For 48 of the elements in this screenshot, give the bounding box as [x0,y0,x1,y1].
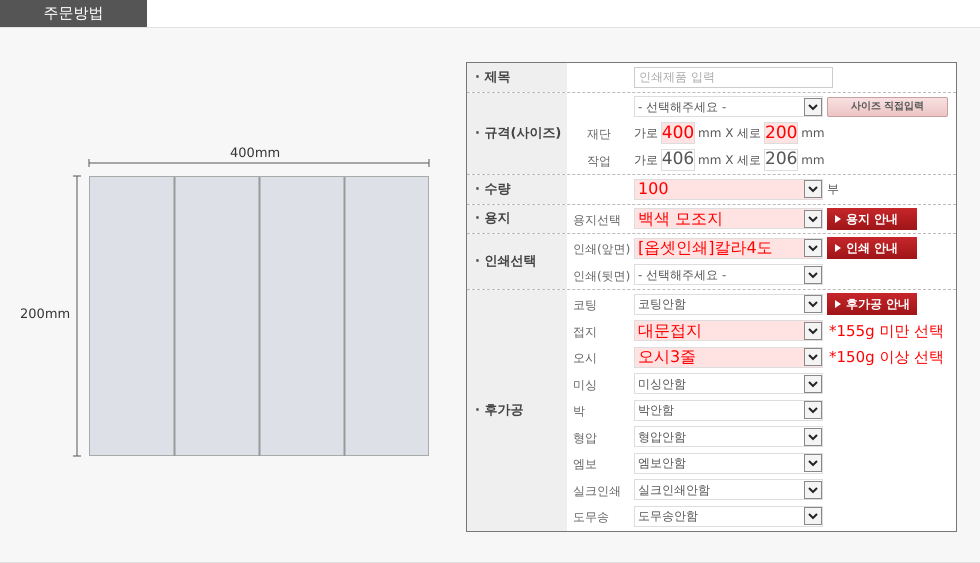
field-label: · 규격(사이즈) [475,124,562,142]
guide-button[interactable]: 용지 안내 [827,208,917,230]
title-input-field[interactable]: 인쇄제품 입력 [634,66,833,88]
field-label: · 용지 [475,210,510,228]
section-tab[interactable]: 주문방법 [0,0,147,27]
option-label: 재단 [587,127,611,142]
note-text: *150g 이상 선택 [829,347,944,368]
dropdown-field[interactable]: 도무송안함 [634,506,823,527]
unit-label: mm [801,152,825,169]
dropdown-field[interactable]: 박안함 [634,400,823,421]
dropdown-field[interactable]: 형압안함 [634,426,823,448]
field-label: · 인쇄선택 [475,252,536,271]
option-label: 엠보 [573,457,597,472]
dimension-label: mm X 세로 [698,152,762,169]
field-label: · 수량 [475,180,510,198]
unit-label: 부 [827,181,839,198]
dimension-label: 가로 [634,125,658,142]
guide-button[interactable]: 인쇄 안내 [827,237,917,260]
dropdown-field[interactable]: - 선택해주세요 - [634,264,823,286]
height-dimension-label: 200mm [20,306,70,324]
dropdown-field[interactable]: 코팅안함 [634,294,823,315]
option-label: 실크인쇄 [573,484,621,498]
option-label: 코팅 [573,298,597,312]
guide-button[interactable]: 후가공 안내 [827,293,917,316]
dropdown-field[interactable]: 엠보안함 [634,452,823,474]
dimension-label: mm X 세로 [698,125,762,142]
option-label: 형압 [573,430,597,445]
dropdown-field[interactable]: 실크인쇄안함 [634,479,823,500]
option-label: 도무송 [573,510,609,524]
field-label: · 제목 [475,68,510,86]
note-text: *155g 미만 선택 [829,320,944,342]
option-label: 인쇄(뒷면) [573,268,630,283]
field-label: · 후가공 [475,402,524,420]
option-label: 용지선택 [573,212,621,227]
option-label: 접지 [573,324,597,339]
option-label: 인쇄(앞면) [573,242,630,256]
dropdown-field[interactable]: - 선택해주세요 - [634,96,823,118]
width-input-field[interactable]: 406 [661,148,695,171]
dropdown-field[interactable]: 미싱안함 [634,373,823,394]
unit-label: mm [801,125,825,142]
custom-size-button[interactable]: 사이즈 직접입력 [827,96,948,117]
width-dimension-label: 400mm [230,145,280,163]
option-label: 작업 [587,154,611,168]
height-input-field[interactable]: 206 [764,148,798,171]
option-label: 오시 [573,351,597,366]
option-label: 미싱 [573,378,597,392]
dimension-label: 가로 [634,152,658,169]
option-label: 박 [573,404,585,418]
